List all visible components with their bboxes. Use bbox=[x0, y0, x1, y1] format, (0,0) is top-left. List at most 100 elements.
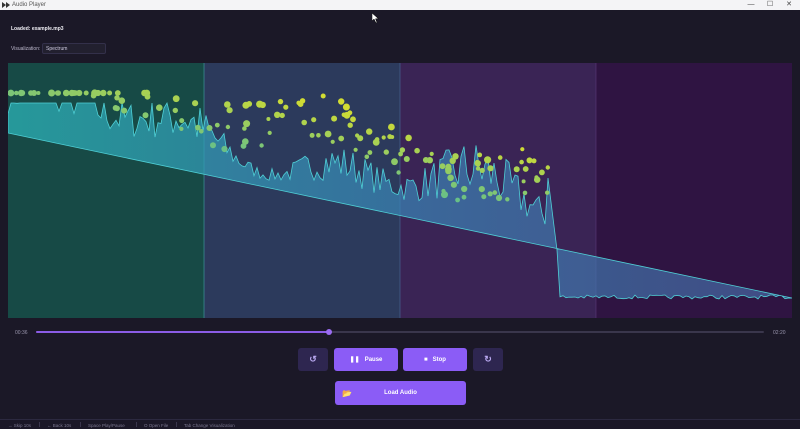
spectrum-peak-dot bbox=[505, 197, 510, 202]
separator bbox=[176, 422, 177, 427]
spectrum-peak-dot bbox=[545, 165, 550, 170]
spectrum-peak-dot bbox=[36, 91, 41, 95]
stop-icon: ■ bbox=[424, 356, 428, 363]
spectrum-peak-dot bbox=[367, 150, 373, 155]
pause-label: Pause bbox=[364, 356, 383, 363]
spectrum-peak-dot bbox=[144, 93, 151, 100]
skip-forward-button[interactable]: ↻ bbox=[473, 348, 503, 371]
seek-bar-progress bbox=[36, 331, 329, 333]
spectrum-peak-dot bbox=[195, 125, 200, 131]
spectrum-peak-dot bbox=[405, 134, 412, 142]
spectrum-peak-dot bbox=[266, 117, 271, 121]
spectrum-peak-dot bbox=[48, 89, 56, 97]
spectrum-visualization bbox=[8, 63, 792, 318]
spectrum-peak-dot bbox=[495, 194, 503, 202]
spectrum-peak-dot bbox=[445, 163, 452, 170]
shortcut-bar: → Skip 10s ← Back 10s Space Play/Pause O… bbox=[0, 419, 800, 429]
spectrum-peak-dot bbox=[531, 158, 537, 164]
spectrum-peak-dot bbox=[112, 105, 119, 111]
spectrum-peak-dot bbox=[259, 143, 264, 148]
folder-icon: 📂 bbox=[342, 388, 352, 398]
seek-handle[interactable] bbox=[325, 329, 332, 335]
separator bbox=[136, 422, 137, 427]
forward-icon: ↻ bbox=[484, 354, 492, 364]
spectrum-peak-dot bbox=[338, 135, 345, 142]
spectrum-peak-dot bbox=[366, 128, 373, 135]
load-audio-button[interactable]: 📂 Load Audio bbox=[335, 381, 466, 405]
spectrum-peak-dot bbox=[487, 191, 493, 197]
spectrum-peak-dot bbox=[331, 115, 338, 122]
spectrum-peak-dot bbox=[492, 190, 498, 195]
spectrum-peak-dot bbox=[390, 135, 395, 139]
seek-bar[interactable] bbox=[36, 329, 764, 335]
spectrum-peak-dot bbox=[301, 119, 308, 126]
spectrum-peak-dot bbox=[522, 166, 529, 172]
close-button[interactable]: ✕ bbox=[778, 0, 800, 10]
spectrum-peak-dot bbox=[545, 190, 550, 195]
spectrum-peak-dot bbox=[324, 130, 332, 138]
spectrum-peak-dot bbox=[142, 112, 149, 119]
spectrum-peak-dot bbox=[55, 90, 61, 96]
spectrum-peak-dot bbox=[83, 90, 89, 96]
shortcut-change-visualization: Tab Change Visualization bbox=[184, 423, 235, 428]
spectrum-peak-dot bbox=[350, 116, 356, 123]
spectrum-peak-dot bbox=[353, 147, 358, 152]
spectrum-peak-dot bbox=[256, 100, 264, 108]
spectrum-peak-dot bbox=[497, 155, 503, 160]
spectrum-peak-dot bbox=[172, 95, 180, 103]
spectrum-peak-dot bbox=[381, 135, 386, 140]
spectrum-peak-dot bbox=[477, 152, 483, 158]
spectrum-peak-dot bbox=[121, 107, 128, 114]
spectrum-peak-dot bbox=[68, 89, 75, 97]
skip-back-button[interactable]: ↺ bbox=[298, 348, 328, 371]
spectrum-peak-dot bbox=[475, 159, 480, 165]
spectrum-peak-dot bbox=[484, 156, 492, 164]
spectrum-peak-dot bbox=[481, 194, 487, 200]
spectrum-peak-dot bbox=[521, 179, 526, 184]
spectrum-peak-dot bbox=[17, 89, 25, 97]
spectrum-peak-dot bbox=[242, 138, 249, 145]
stop-label: Stop bbox=[432, 356, 446, 363]
loaded-filename: example.mp3 bbox=[31, 26, 64, 32]
pause-button[interactable]: ❚❚ Pause bbox=[334, 348, 398, 371]
spectrum-peak-dot bbox=[347, 122, 353, 128]
spectrum-peak-dot bbox=[274, 111, 281, 118]
spectrum-peak-dot bbox=[330, 139, 335, 144]
spectrum-peak-dot bbox=[199, 129, 204, 134]
spectrum-peak-dot bbox=[277, 98, 284, 105]
spectrum-peak-dot bbox=[429, 151, 434, 156]
spectrum-peak-dot bbox=[221, 145, 228, 153]
window-title: Audio Player bbox=[12, 2, 47, 8]
spectrum-peak-dot bbox=[478, 186, 485, 193]
spectrum-peak-dot bbox=[62, 89, 70, 97]
mouse-cursor-icon bbox=[372, 13, 380, 23]
spectrum-peak-dot bbox=[403, 156, 410, 162]
spectrum-peak-dot bbox=[539, 169, 545, 176]
spectrum-peak-dot bbox=[299, 98, 306, 104]
visualization-select[interactable]: Spectrum bbox=[42, 43, 106, 54]
stop-button[interactable]: ■ Stop bbox=[403, 348, 467, 371]
spectrum-peak-dot bbox=[513, 166, 520, 173]
spectrum-peak-dot bbox=[338, 98, 345, 105]
spectrum-peak-dot bbox=[455, 197, 460, 203]
spectrum-peak-dot bbox=[383, 149, 389, 155]
spectrum-peak-dot bbox=[107, 90, 113, 96]
spectrum-peak-dot bbox=[414, 147, 420, 154]
current-time: 00:36 bbox=[15, 330, 28, 336]
title-bar: Audio Player — ☐ ✕ bbox=[0, 0, 800, 10]
spectrum-peak-dot bbox=[225, 124, 231, 130]
spectrum-peak-dot bbox=[441, 188, 446, 194]
spectrum-peak-dot bbox=[179, 118, 185, 124]
load-audio-label: Load Audio bbox=[384, 390, 417, 396]
rewind-icon: ↺ bbox=[309, 354, 317, 364]
spectrum-peak-dot bbox=[311, 117, 317, 123]
spectrum-peak-dot bbox=[391, 158, 398, 166]
spectrum-peak-dot bbox=[226, 107, 233, 114]
spectrum-peak-dot bbox=[341, 112, 347, 118]
loaded-prefix: Loaded: bbox=[11, 26, 31, 32]
total-time: 02:20 bbox=[773, 330, 786, 336]
spectrum-peak-dot bbox=[487, 165, 494, 172]
separator bbox=[39, 422, 40, 427]
spectrum-peak-dot bbox=[114, 90, 121, 96]
spectrum-peak-dot bbox=[534, 176, 541, 183]
